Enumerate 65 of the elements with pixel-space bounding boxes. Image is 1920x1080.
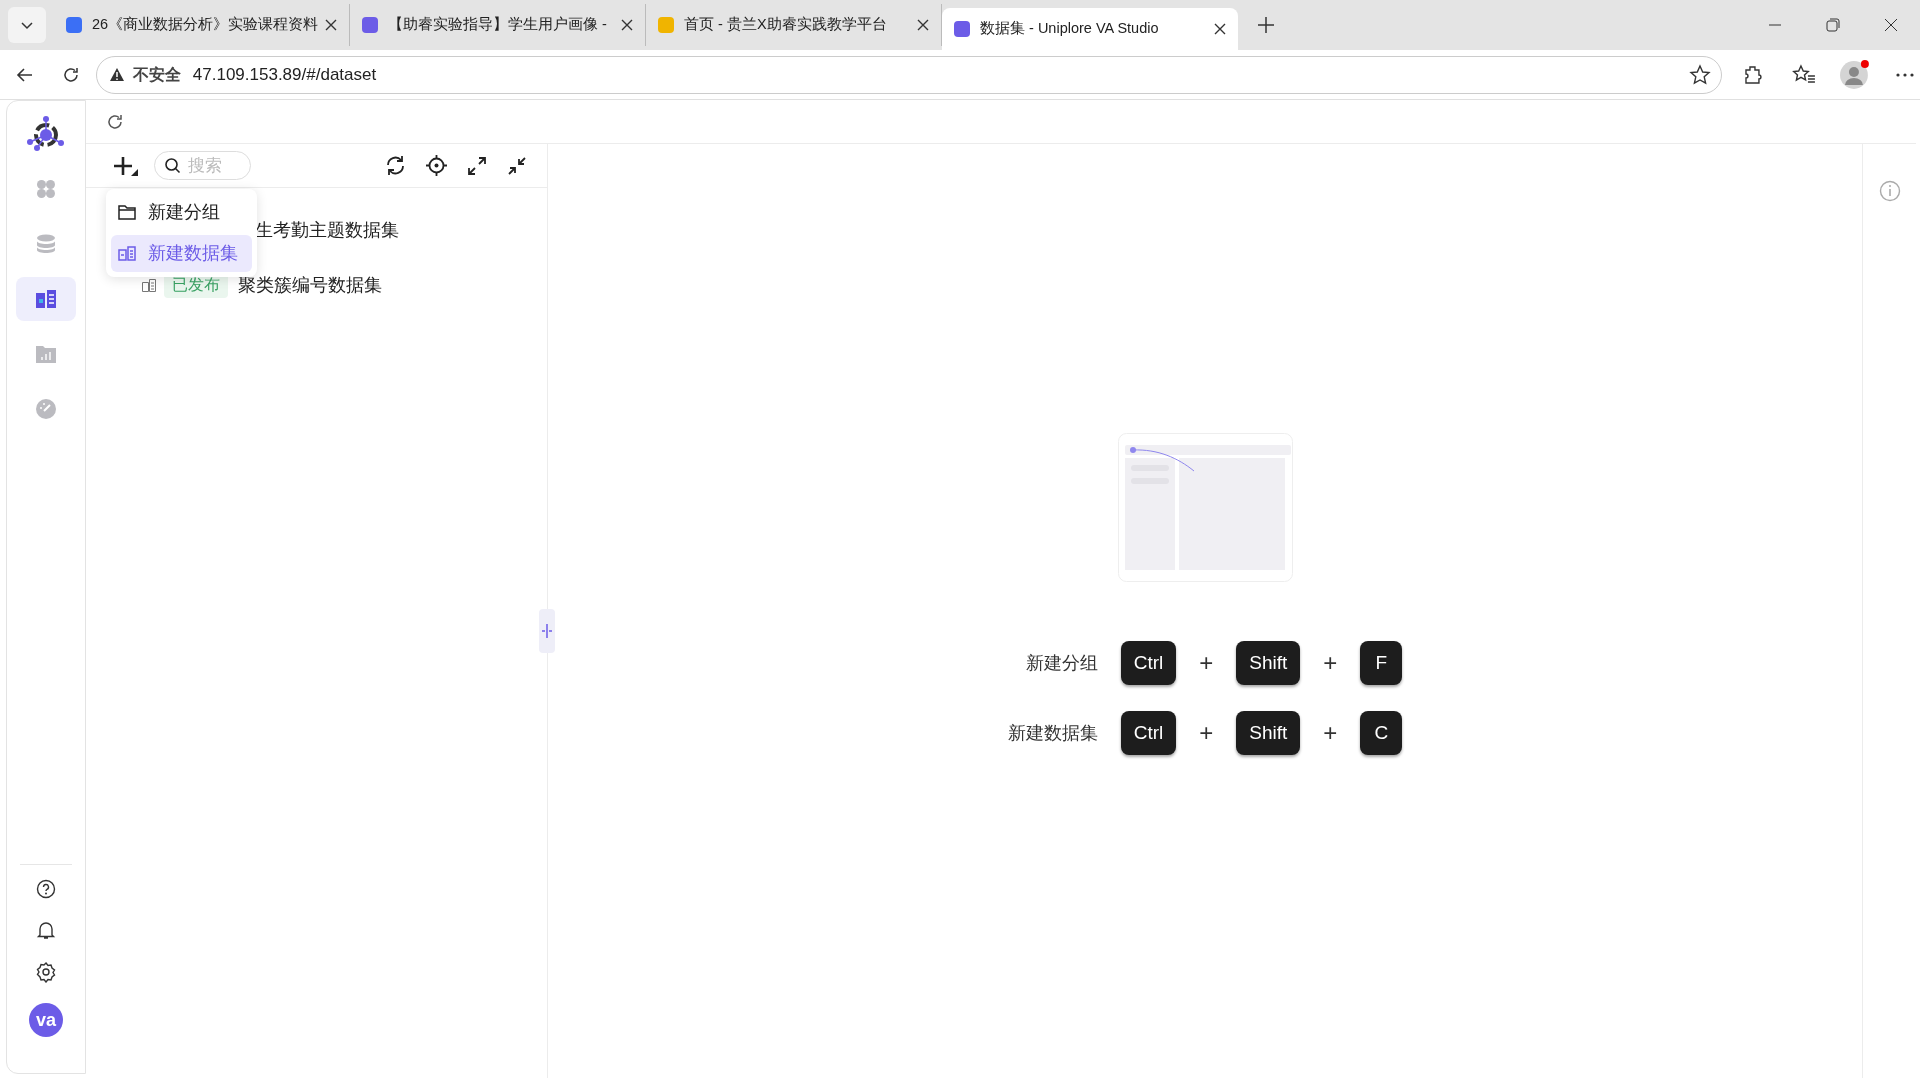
warning-icon — [108, 67, 125, 82]
locate-icon[interactable] — [426, 155, 447, 176]
browser-tab[interactable]: 26《商业数据分析》实验课程资料 — [54, 4, 350, 46]
help-icon[interactable] — [36, 879, 56, 899]
folder-icon — [118, 205, 136, 220]
search-field[interactable]: 搜索 — [154, 151, 251, 180]
drag-handle-icon — [541, 623, 553, 639]
menu-item[interactable]: 新建数据集 — [111, 235, 252, 272]
notification-bell-icon[interactable] — [36, 920, 56, 940]
expand-icon[interactable] — [467, 155, 487, 176]
database-icon — [36, 234, 56, 254]
app-logo — [26, 115, 66, 153]
tab-title: 首页 - 贵兰X助睿实践教学平台 — [684, 15, 888, 35]
plus-sign: + — [1199, 648, 1214, 678]
close-icon — [1884, 18, 1898, 32]
shortcut-label: 新建数据集 — [1007, 721, 1098, 745]
grid-icon — [36, 179, 56, 199]
browser-tab[interactable]: 首页 - 贵兰X助睿实践教学平台 — [646, 4, 942, 46]
settings-icon[interactable] — [35, 961, 57, 983]
plus-icon — [1257, 16, 1275, 34]
tab-favicon-icon — [66, 17, 82, 33]
browser-tab[interactable]: 【助睿实验指导】学生用户画像 - — [350, 4, 646, 46]
favorites-icon[interactable] — [1792, 63, 1817, 86]
collapse-icon[interactable] — [507, 155, 527, 176]
restore-icon — [1826, 18, 1840, 32]
tree-item-label[interactable]: 生考勤主题数据集 — [255, 216, 399, 244]
more-icon — [1896, 72, 1915, 77]
keyboard-key: C — [1360, 711, 1403, 755]
search-icon — [164, 157, 181, 174]
keyboard-key: Ctrl — [1120, 641, 1177, 685]
gauge-icon — [36, 399, 56, 419]
menu-item[interactable]: 新建分组 — [111, 194, 252, 231]
keyboard-key: Shift — [1236, 641, 1301, 685]
tab-title: 【助睿实验指导】学生用户画像 - — [388, 15, 608, 35]
tab-title: 26《商业数据分析》实验课程资料 — [92, 15, 319, 35]
tab-favicon-icon — [658, 17, 674, 33]
sync-icon[interactable] — [385, 155, 406, 176]
tab-favicon-icon — [362, 17, 378, 33]
shortcut-label: 新建分组 — [1025, 651, 1098, 675]
browser-tab[interactable]: 数据集 - Uniplore VA Studio — [942, 8, 1238, 50]
user-avatar[interactable]: va — [29, 1003, 63, 1037]
favorite-star-icon[interactable] — [1689, 63, 1712, 86]
tab-favicon-icon — [954, 21, 970, 37]
tree-item-label[interactable]: 聚类簇编号数据集 — [238, 271, 382, 299]
plus-sign: + — [1199, 718, 1214, 748]
plus-icon — [112, 154, 140, 177]
folder-chart-icon — [36, 345, 56, 363]
keyboard-key: Shift — [1236, 711, 1301, 755]
keyboard-key: Ctrl — [1120, 711, 1177, 755]
dataset-icon — [118, 246, 136, 261]
keyboard-key: F — [1360, 641, 1403, 685]
address-bar[interactable]: 不安全 47.109.153.89/#/dataset — [95, 55, 1723, 94]
extensions-icon[interactable] — [1742, 63, 1765, 86]
dataset-icon — [36, 290, 56, 308]
url-text: 47.109.153.89/#/dataset — [192, 63, 377, 86]
reload-icon — [61, 65, 80, 84]
refresh-icon[interactable] — [106, 112, 124, 131]
plus-sign: + — [1323, 648, 1338, 678]
plus-sign: + — [1323, 718, 1338, 748]
tab-title: 数据集 - Uniplore VA Studio — [980, 19, 1160, 39]
splitter-handle[interactable] — [539, 609, 555, 653]
profile-avatar-icon[interactable] — [1838, 58, 1871, 91]
dataset-icon — [142, 278, 156, 292]
sidebar-nav-item[interactable] — [16, 277, 76, 321]
security-label: 不安全 — [132, 64, 181, 85]
